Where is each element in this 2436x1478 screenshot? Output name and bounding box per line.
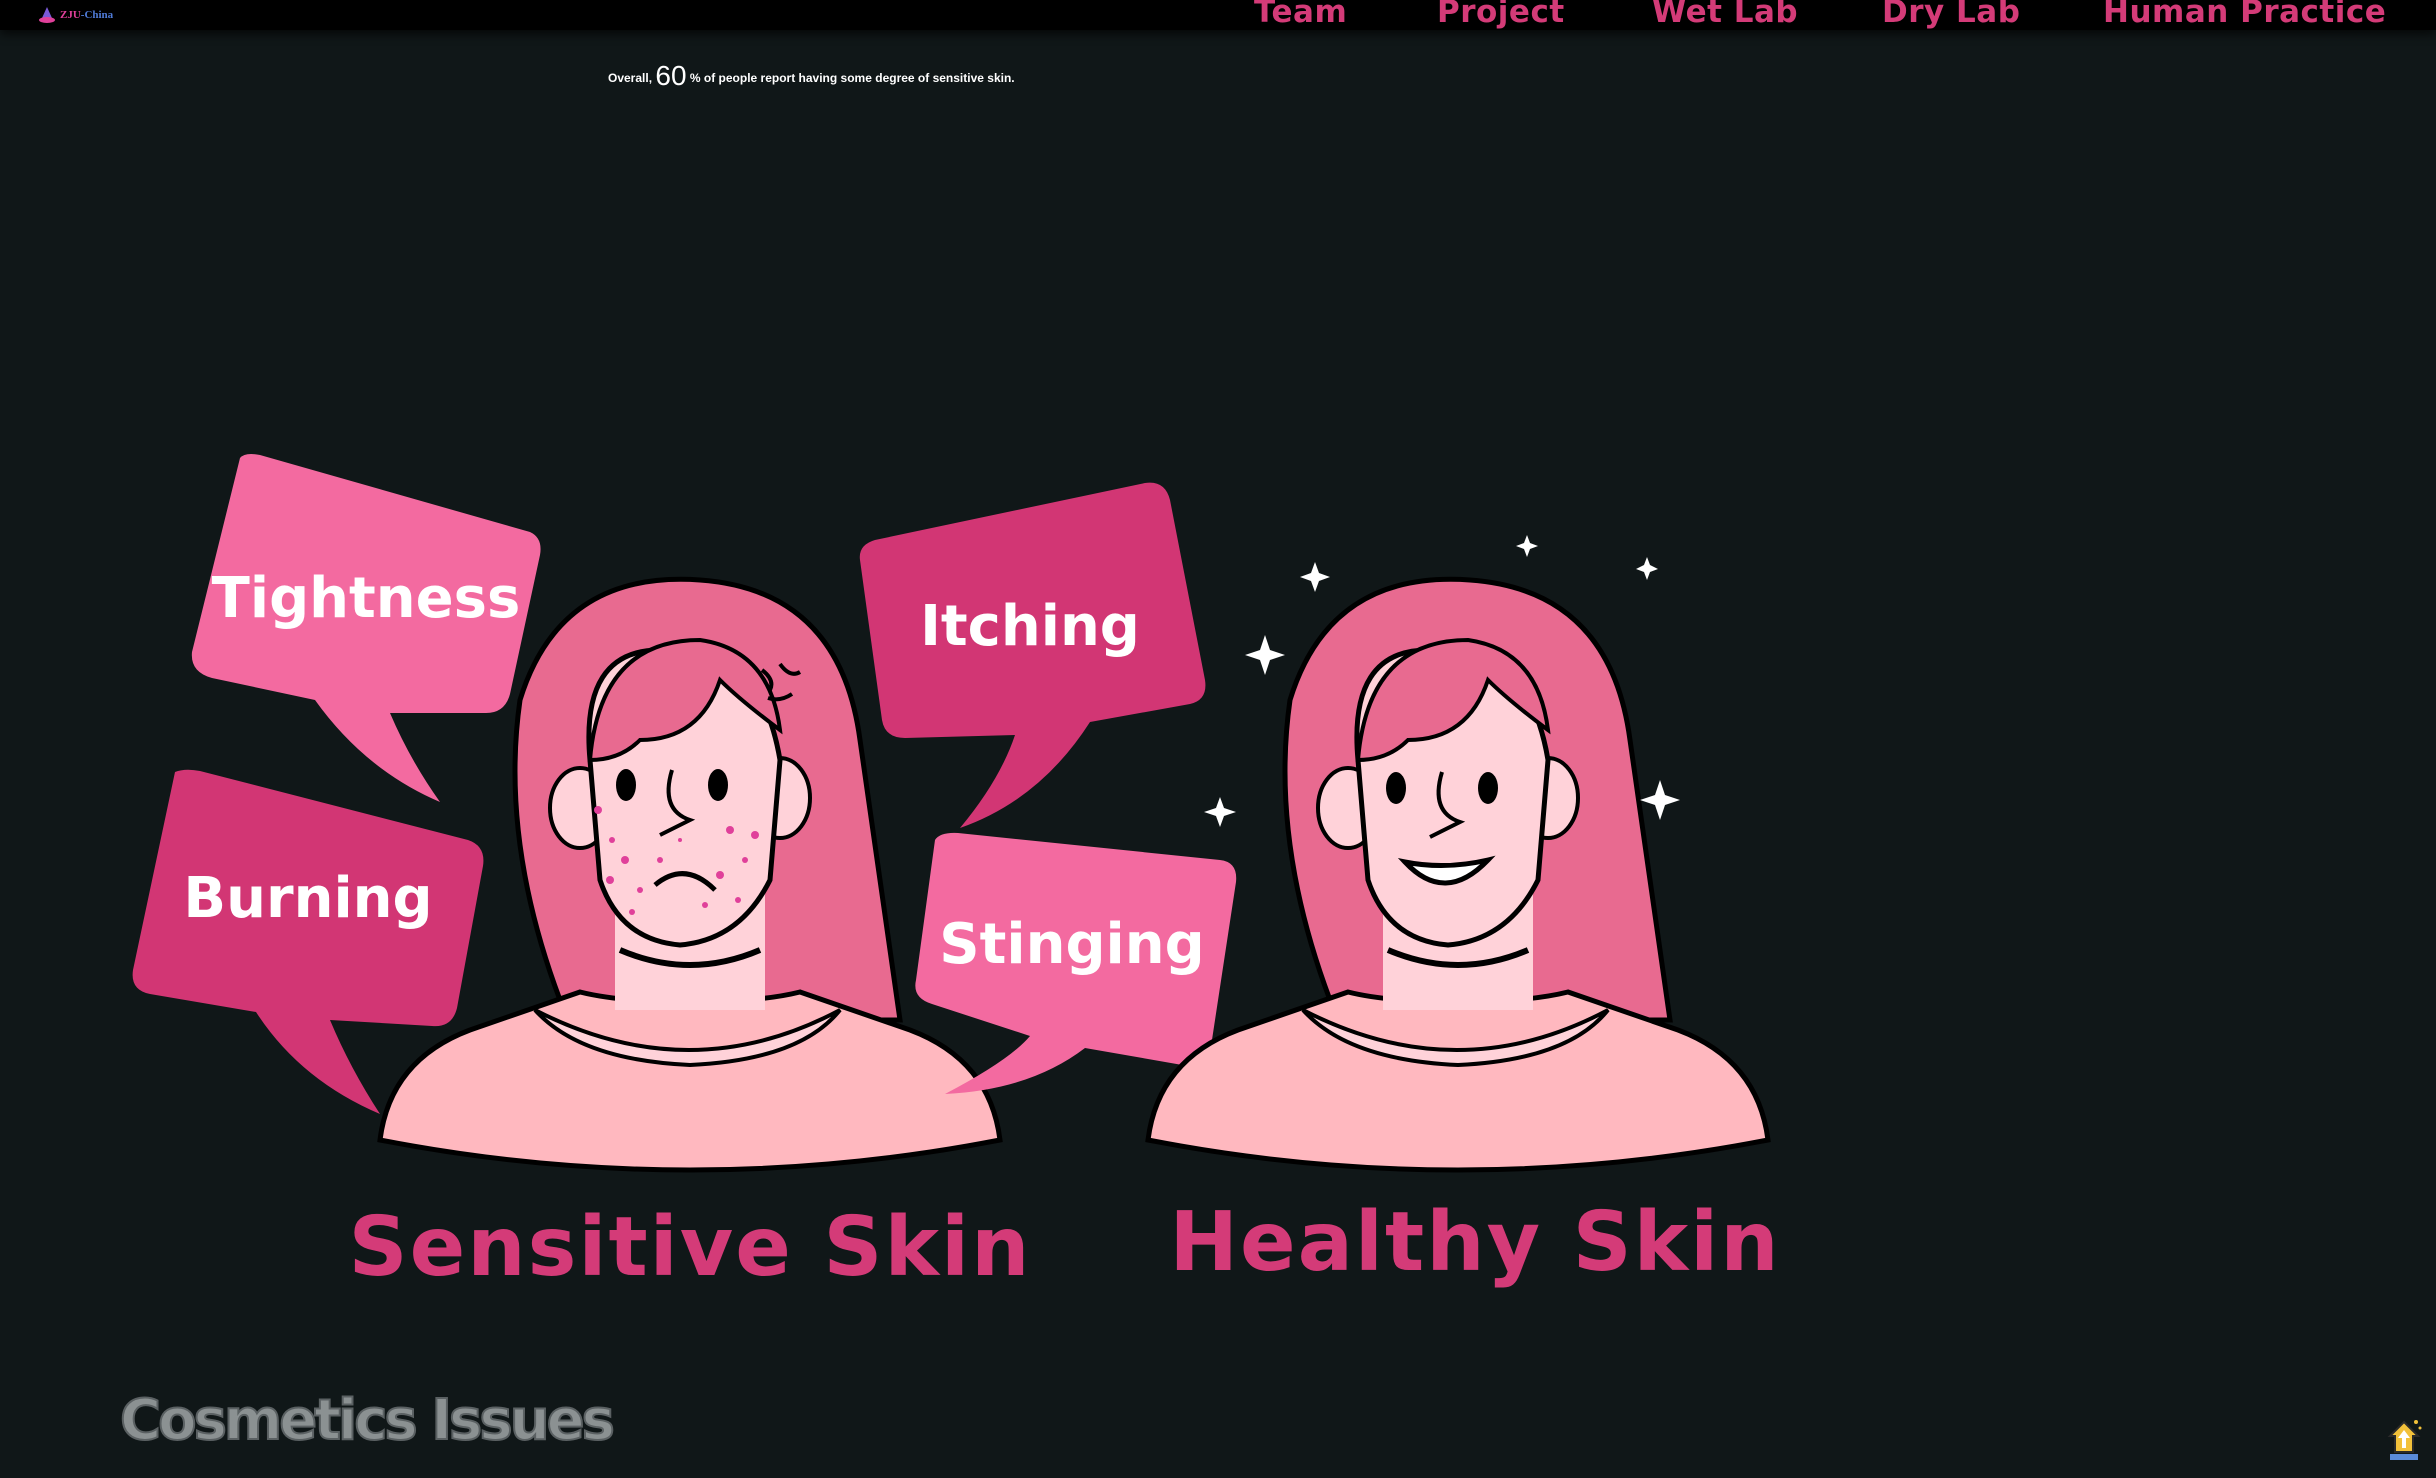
- bubble-tightness-label: Tightness: [212, 566, 521, 631]
- sparkle-icon: [1245, 635, 1285, 675]
- sparkle-icon: [1300, 562, 1330, 592]
- sparkle-icon: [1516, 535, 1538, 557]
- bubble-itching: Itching: [859, 482, 1206, 828]
- section-title-cosmetics-issues: Cosmetics Issues: [119, 1387, 616, 1454]
- healthy-skin-figure: [1145, 576, 1771, 1173]
- caption-healthy-skin: Healthy Skin: [1169, 1195, 1780, 1290]
- caption-sensitive-skin: Sensitive Skin: [349, 1200, 1032, 1295]
- sparkle-icon: [1204, 797, 1236, 827]
- bubble-burning-label: Burning: [183, 866, 432, 931]
- bubble-tightness: Tightness: [191, 454, 541, 802]
- bubble-stinging-label: Stinging: [939, 912, 1204, 977]
- back-to-top-button[interactable]: [2384, 1416, 2424, 1462]
- skin-comparison-illustration: Tightness Burning Itching Stinging Sensi…: [132, 454, 1780, 1295]
- house-arrow-up-icon: [2387, 1420, 2422, 1460]
- sparkle-icon: [1636, 557, 1658, 580]
- bubble-itching-label: Itching: [920, 594, 1140, 659]
- sparkle-icon: [1640, 780, 1680, 820]
- bubble-stinging: Stinging: [915, 832, 1237, 1094]
